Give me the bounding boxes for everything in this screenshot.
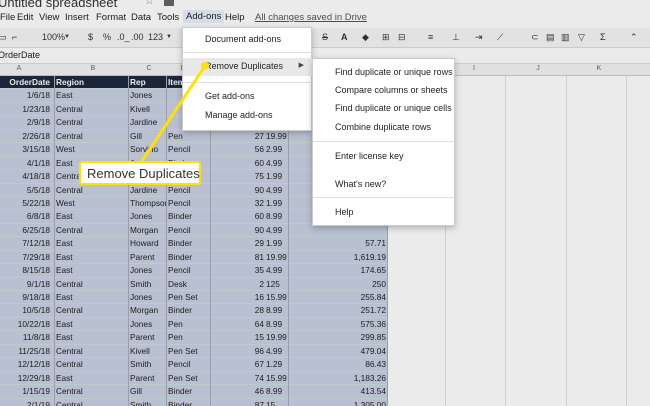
increase-decimal-button[interactable]: .00 — [131, 32, 144, 42]
currency-button[interactable]: $ — [88, 32, 93, 42]
zoom-select[interactable]: 100% — [42, 32, 65, 42]
folder-icon[interactable] — [164, 0, 174, 6]
merge-cells-icon[interactable]: ⊟ — [398, 32, 406, 43]
submenu-whats-new[interactable]: What's new? — [335, 179, 386, 189]
callout-label-box: Remove Duplicates — [79, 161, 201, 185]
menu-addons[interactable]: Add-ons — [183, 10, 225, 23]
submenu-arrow-icon: ▶ — [298, 62, 304, 69]
column-header[interactable]: B — [88, 65, 98, 72]
text-wrap-icon[interactable]: ⇥ — [475, 32, 483, 43]
column-header[interactable]: I — [469, 65, 479, 72]
title-bar: Untitled spreadsheet ☆ — [0, 0, 650, 10]
menu-item-document-addons[interactable]: Document add-ons — [205, 34, 281, 44]
column-header[interactable]: K — [594, 65, 604, 72]
menu-item-label: Remove Duplicates — [205, 61, 284, 71]
decrease-decimal-button[interactable]: .0_ — [117, 32, 130, 42]
link-icon[interactable]: ⊂ — [531, 32, 539, 43]
text-rotate-icon[interactable]: ⟋ — [497, 32, 503, 43]
filter-icon[interactable]: ▽ — [578, 32, 585, 43]
menu-item-manage-addons[interactable]: Manage add-ons — [205, 110, 273, 120]
star-icon[interactable]: ☆ — [145, 0, 154, 7]
menu-data[interactable]: Data — [131, 12, 151, 23]
fill-color-icon[interactable]: ◆ — [362, 32, 369, 43]
menu-view[interactable]: View — [39, 12, 59, 23]
save-status-link[interactable]: All changes saved in Drive — [255, 12, 367, 23]
submenu-compare-columns[interactable]: Compare columns or sheets — [335, 85, 448, 95]
menu-file[interactable]: File — [0, 12, 15, 23]
submenu-help[interactable]: Help — [335, 207, 354, 217]
borders-icon[interactable]: ⊞ — [382, 32, 390, 43]
remove-duplicates-submenu: Find duplicate or unique rows Compare co… — [312, 58, 455, 226]
paint-format-icon[interactable]: ⌐ — [12, 32, 17, 42]
submenu-find-duplicate-rows[interactable]: Find duplicate or unique rows — [335, 67, 453, 77]
chevron-down-icon: ▼ — [64, 34, 70, 40]
menu-bar: File Edit View Insert Format Data Tools … — [0, 9, 650, 26]
column-header[interactable]: J — [533, 65, 543, 72]
toolbar: ▭ ⌐ 100% ▼ $ % .0_ .00 123 ▼ S A ◆ ⊞ ⊟ ≡… — [0, 28, 650, 48]
menu-edit[interactable]: Edit — [17, 12, 33, 23]
menu-item-get-addons[interactable]: Get add-ons — [205, 91, 255, 101]
menu-format[interactable]: Format — [96, 12, 126, 23]
text-color-icon[interactable]: A — [341, 32, 348, 42]
menu-insert[interactable]: Insert — [65, 12, 89, 23]
print-icon[interactable]: ▭ — [0, 32, 7, 43]
menu-help[interactable]: Help — [225, 12, 245, 23]
menu-item-remove-duplicates[interactable]: Remove Duplicates ▶ — [183, 58, 312, 76]
column-header[interactable]: C — [144, 65, 154, 72]
submenu-find-duplicate-cells[interactable]: Find duplicate or unique cells — [335, 103, 452, 113]
functions-icon[interactable]: Σ — [600, 32, 606, 42]
menu-tools[interactable]: Tools — [157, 12, 179, 23]
callout-text: Remove Duplicates — [87, 166, 200, 181]
column-header[interactable]: A — [14, 65, 24, 72]
more-formats-button[interactable]: 123 — [148, 32, 163, 42]
align-icon[interactable]: ≡ — [428, 32, 433, 42]
comment-icon[interactable]: ▤ — [546, 32, 555, 43]
chart-icon[interactable]: ▥ — [561, 32, 570, 43]
percent-button[interactable]: % — [103, 32, 111, 42]
submenu-combine-rows[interactable]: Combine duplicate rows — [335, 122, 431, 132]
chevron-down-icon: ▼ — [166, 34, 172, 40]
valign-icon[interactable]: ⊥ — [452, 32, 460, 43]
submenu-license-key[interactable]: Enter license key — [335, 151, 404, 161]
addons-dropdown-menu: Document add-ons Remove Duplicates ▶ Get… — [182, 27, 312, 131]
collapse-toolbar-icon[interactable]: ⌃ — [630, 32, 638, 43]
strikethrough-icon[interactable]: S — [322, 32, 328, 42]
formula-value: OrderDate — [0, 50, 41, 60]
